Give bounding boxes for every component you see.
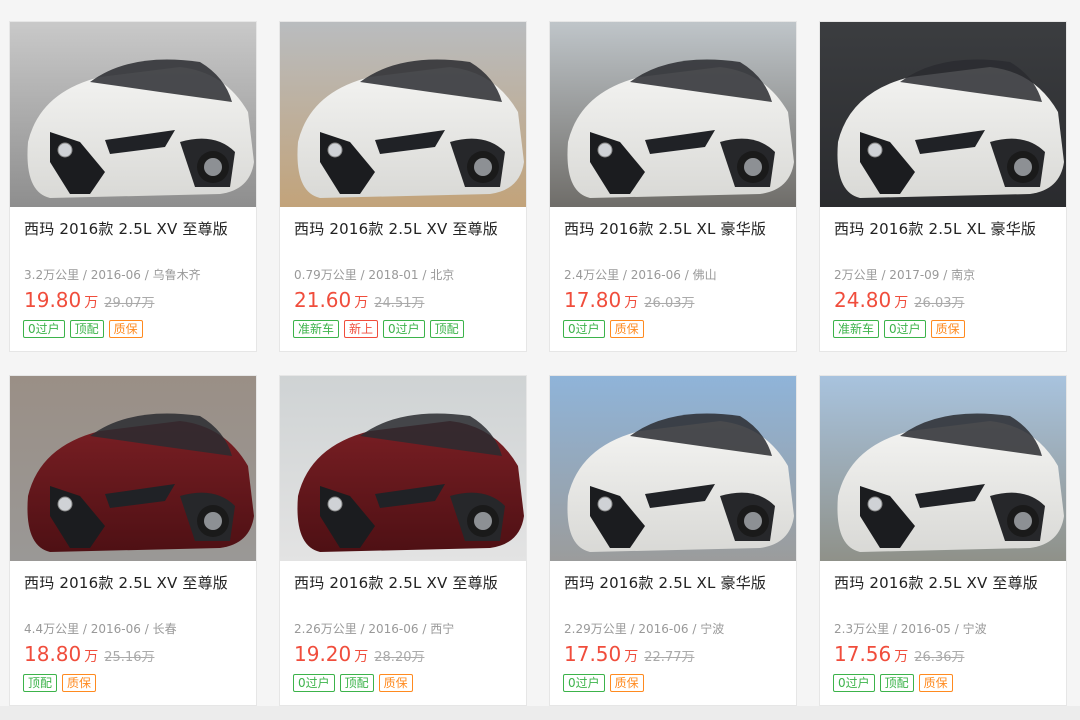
car-photo[interactable] xyxy=(280,22,526,207)
original-price: 29.07万 xyxy=(104,296,155,311)
price-unit: 万 xyxy=(84,649,99,665)
price-row: 17.56 万 26.36万 xyxy=(834,642,964,666)
car-photo[interactable] xyxy=(280,376,526,561)
car-title[interactable]: 西玛 2016款 2.5L XL 豪华版 xyxy=(564,572,766,593)
tag-list: 0过户 顶配 质保 xyxy=(23,320,143,338)
car-photo[interactable] xyxy=(820,22,1066,207)
price-row: 17.80 万 26.03万 xyxy=(564,288,694,312)
price-unit: 万 xyxy=(624,649,639,665)
price: 19.20 xyxy=(294,642,352,666)
car-listing-card[interactable]: 西玛 2016款 2.5L XV 至尊版 2.3万公里 / 2016-05 / 宁… xyxy=(819,375,1067,706)
price: 18.80 xyxy=(24,642,82,666)
original-price: 26.03万 xyxy=(914,296,965,311)
tag-badge: 0过户 xyxy=(563,320,605,338)
tag-badge: 新上 xyxy=(344,320,379,338)
car-photo[interactable] xyxy=(550,376,796,561)
car-meta: 2.29万公里 / 2016-06 / 宁波 xyxy=(564,622,725,636)
price-row: 19.20 万 28.20万 xyxy=(294,642,424,666)
tag-badge: 顶配 xyxy=(339,674,374,692)
car-photo[interactable] xyxy=(10,376,256,561)
car-title[interactable]: 西玛 2016款 2.5L XL 豪华版 xyxy=(564,218,766,239)
price: 19.80 xyxy=(24,288,82,312)
tag-badge: 顶配 xyxy=(23,674,58,692)
price: 21.60 xyxy=(294,288,352,312)
price-unit: 万 xyxy=(354,649,369,665)
tag-badge: 0过户 xyxy=(293,674,335,692)
tag-list: 0过户 质保 xyxy=(563,320,644,338)
tag-badge: 0过户 xyxy=(833,674,875,692)
original-price: 24.51万 xyxy=(374,296,425,311)
car-title[interactable]: 西玛 2016款 2.5L XV 至尊版 xyxy=(24,218,228,239)
car-title[interactable]: 西玛 2016款 2.5L XV 至尊版 xyxy=(294,218,498,239)
car-listing-card[interactable]: 西玛 2016款 2.5L XV 至尊版 4.4万公里 / 2016-06 / 长… xyxy=(9,375,257,706)
tag-list: 0过户 顶配 质保 xyxy=(293,674,413,692)
car-listing-card[interactable]: 西玛 2016款 2.5L XV 至尊版 0.79万公里 / 2018-01 / … xyxy=(279,21,527,352)
price-row: 17.50 万 22.77万 xyxy=(564,642,694,666)
tag-list: 顶配 质保 xyxy=(23,674,97,692)
price: 17.50 xyxy=(564,642,622,666)
car-title[interactable]: 西玛 2016款 2.5L XV 至尊版 xyxy=(294,572,498,593)
car-listing-card[interactable]: 西玛 2016款 2.5L XV 至尊版 2.26万公里 / 2016-06 / … xyxy=(279,375,527,706)
price-row: 24.80 万 26.03万 xyxy=(834,288,964,312)
tag-badge: 质保 xyxy=(609,320,644,338)
original-price: 26.03万 xyxy=(644,296,695,311)
original-price: 26.36万 xyxy=(914,650,965,665)
tag-badge: 0过户 xyxy=(23,320,65,338)
original-price: 25.16万 xyxy=(104,650,155,665)
price-row: 21.60 万 24.51万 xyxy=(294,288,424,312)
car-meta: 2.26万公里 / 2016-06 / 西宁 xyxy=(294,622,455,636)
tag-badge: 0过户 xyxy=(383,320,425,338)
tag-badge: 0过户 xyxy=(884,320,926,338)
tag-badge: 质保 xyxy=(609,674,644,692)
car-listing-card[interactable]: 西玛 2016款 2.5L XL 豪华版 2.29万公里 / 2016-06 / … xyxy=(549,375,797,706)
price: 24.80 xyxy=(834,288,892,312)
price-unit: 万 xyxy=(84,295,99,311)
tag-badge: 准新车 xyxy=(833,320,880,338)
car-meta: 3.2万公里 / 2016-06 / 乌鲁木齐 xyxy=(24,268,201,282)
tag-badge: 顶配 xyxy=(429,320,464,338)
tag-badge: 0过户 xyxy=(563,674,605,692)
car-meta: 0.79万公里 / 2018-01 / 北京 xyxy=(294,268,455,282)
price: 17.56 xyxy=(834,642,892,666)
car-meta: 2.4万公里 / 2016-06 / 佛山 xyxy=(564,268,717,282)
car-listing-card[interactable]: 西玛 2016款 2.5L XL 豪华版 2.4万公里 / 2016-06 / 佛… xyxy=(549,21,797,352)
price-unit: 万 xyxy=(894,649,909,665)
car-title[interactable]: 西玛 2016款 2.5L XV 至尊版 xyxy=(834,572,1038,593)
price: 17.80 xyxy=(564,288,622,312)
car-title[interactable]: 西玛 2016款 2.5L XL 豪华版 xyxy=(834,218,1036,239)
tag-badge: 顶配 xyxy=(69,320,104,338)
original-price: 22.77万 xyxy=(644,650,695,665)
car-listing-card[interactable]: 西玛 2016款 2.5L XL 豪华版 2万公里 / 2017-09 / 南京 2… xyxy=(819,21,1067,352)
page-bottom-edge xyxy=(0,706,1080,720)
car-meta: 2.3万公里 / 2016-05 / 宁波 xyxy=(834,622,987,636)
car-photo[interactable] xyxy=(820,376,1066,561)
tag-badge: 质保 xyxy=(108,320,143,338)
price-unit: 万 xyxy=(624,295,639,311)
tag-badge: 顶配 xyxy=(879,674,914,692)
car-meta: 4.4万公里 / 2016-06 / 长春 xyxy=(24,622,177,636)
price-unit: 万 xyxy=(894,295,909,311)
price-unit: 万 xyxy=(354,295,369,311)
car-photo[interactable] xyxy=(550,22,796,207)
car-meta: 2万公里 / 2017-09 / 南京 xyxy=(834,268,976,282)
tag-list: 0过户 顶配 质保 xyxy=(833,674,953,692)
price-row: 19.80 万 29.07万 xyxy=(24,288,154,312)
tag-list: 准新车 0过户 质保 xyxy=(833,320,965,338)
car-photo[interactable] xyxy=(10,22,256,207)
original-price: 28.20万 xyxy=(374,650,425,665)
tag-badge: 质保 xyxy=(62,674,97,692)
tag-badge: 准新车 xyxy=(293,320,340,338)
tag-badge: 质保 xyxy=(918,674,953,692)
tag-list: 准新车 新上 0过户 顶配 xyxy=(293,320,464,338)
tag-badge: 质保 xyxy=(378,674,413,692)
price-row: 18.80 万 25.16万 xyxy=(24,642,154,666)
car-title[interactable]: 西玛 2016款 2.5L XV 至尊版 xyxy=(24,572,228,593)
tag-list: 0过户 质保 xyxy=(563,674,644,692)
car-listing-card[interactable]: 西玛 2016款 2.5L XV 至尊版 3.2万公里 / 2016-06 / 乌… xyxy=(9,21,257,352)
tag-badge: 质保 xyxy=(930,320,965,338)
